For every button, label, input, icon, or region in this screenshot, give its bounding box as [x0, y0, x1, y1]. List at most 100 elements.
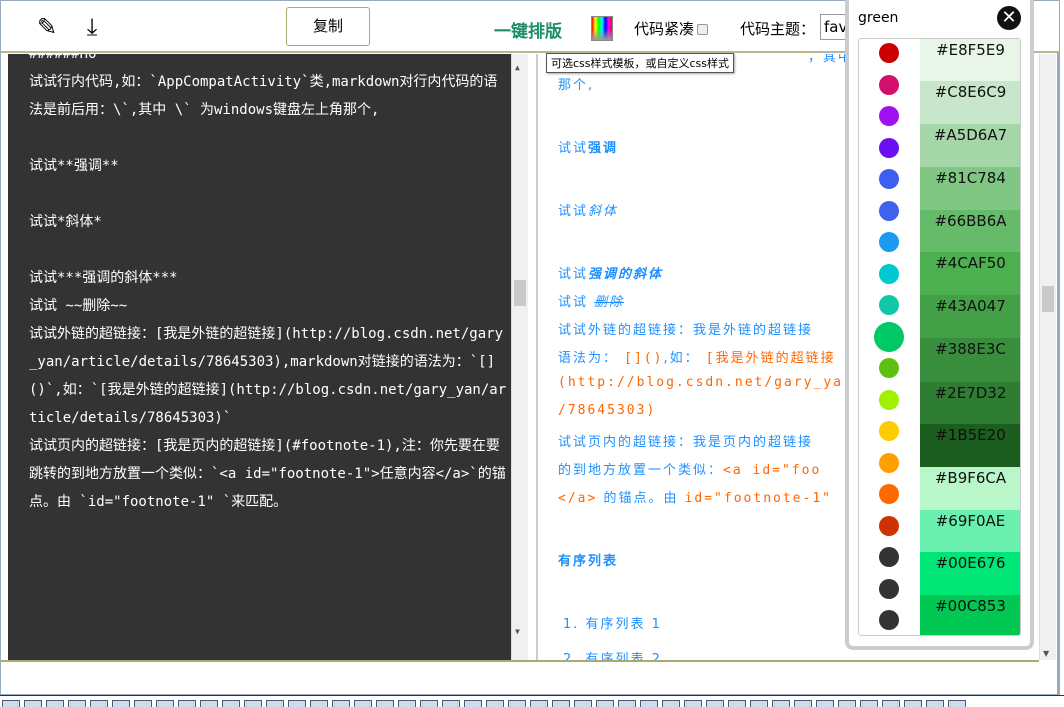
toolbar-icon[interactable]	[816, 700, 834, 707]
toolbar-icon[interactable]	[706, 700, 724, 707]
toolbar-icon[interactable]	[178, 700, 196, 707]
color-dot[interactable]	[879, 452, 899, 473]
color-swatch[interactable]: #1B5E20	[920, 424, 1020, 467]
color-dot[interactable]	[879, 484, 899, 504]
toolbar-icon[interactable]	[332, 700, 350, 707]
page-scroll-thumb[interactable]	[1042, 286, 1054, 312]
editor-line: 试试**强调**	[29, 158, 119, 174]
preview-text[interactable]: 试试外链的超链接：我是外链的超链接	[558, 319, 813, 338]
color-swatch[interactable]: #B9F6CA	[920, 467, 1020, 510]
toolbar-icon[interactable]	[420, 700, 438, 707]
color-dot[interactable]	[879, 43, 899, 63]
color-swatch[interactable]: #C8E6C9	[920, 81, 1020, 124]
editor-scrollbar[interactable]: ▲ ▼	[511, 54, 528, 660]
toolbar-icon[interactable]	[90, 700, 108, 707]
color-dot[interactable]	[879, 547, 899, 567]
toolbar-icon[interactable]	[794, 700, 812, 707]
toolbar-icon[interactable]	[860, 700, 878, 707]
color-dot[interactable]	[879, 263, 899, 284]
toolbar-icon[interactable]	[46, 700, 64, 707]
editor-scroll-thumb[interactable]	[514, 280, 526, 306]
toolbar-icon[interactable]	[948, 700, 966, 707]
color-swatch[interactable]: #81C784	[920, 167, 1020, 210]
toolbar-icon[interactable]	[376, 700, 394, 707]
toolbar-icon[interactable]	[574, 700, 592, 707]
color-dot[interactable]	[879, 74, 899, 95]
toolbar-icon[interactable]	[772, 700, 790, 707]
toolbar-icon[interactable]	[222, 700, 240, 707]
color-dot[interactable]	[879, 358, 899, 378]
toolbar-icon[interactable]	[662, 700, 680, 707]
toolbar-icon[interactable]	[904, 700, 922, 707]
preview-list-item: 1. 有序列表 1	[563, 617, 662, 632]
color-swatch[interactable]: #4CAF50	[920, 252, 1020, 295]
toolbar-icon[interactable]	[200, 700, 218, 707]
code-compact-checkbox[interactable]	[697, 24, 709, 35]
toolbar-icon[interactable]	[134, 700, 152, 707]
toolbar-icon[interactable]	[728, 700, 746, 707]
color-palette-popup: green ✕ #E8F5E9 #C8E6C9 #A5D6A7 #81C784 #66B…	[845, 0, 1034, 650]
color-dot[interactable]	[879, 578, 899, 599]
toolbar-icon[interactable]	[244, 700, 262, 707]
toolbar-icon[interactable]	[838, 700, 856, 707]
copy-button[interactable]: 复制	[286, 7, 370, 46]
edit-icon[interactable]: ✎	[33, 13, 61, 41]
css-template-icon[interactable]	[591, 16, 613, 41]
color-dot[interactable]	[879, 137, 899, 158]
color-dot[interactable]	[879, 200, 899, 221]
toolbar-icon[interactable]	[684, 700, 702, 707]
toolbar-icon[interactable]	[354, 700, 372, 707]
color-dot[interactable]	[879, 295, 899, 315]
preview-text[interactable]: 试试页内的超链接：我是页内的超链接	[558, 431, 813, 450]
toolbar-icon[interactable]	[68, 700, 86, 707]
toolbar-icon[interactable]	[266, 700, 284, 707]
code-compact-toggle[interactable]: 代码紧凑	[634, 18, 709, 39]
page-scrollbar[interactable]: ▼	[1039, 54, 1056, 660]
toolbar-icon[interactable]	[596, 700, 614, 707]
divider	[1, 660, 1039, 662]
download-icon[interactable]: ⤓	[78, 13, 106, 41]
color-dot[interactable]	[879, 610, 899, 630]
scroll-up-icon[interactable]: ▲	[515, 54, 520, 82]
toolbar-icon[interactable]	[640, 700, 658, 707]
preview-code: id="footnote-1"	[684, 491, 832, 506]
color-swatch[interactable]: #2E7D32	[920, 382, 1020, 424]
markdown-editor[interactable]: ######H6 试试行内代码,如：`AppCompatActivity`类,ma…	[8, 54, 528, 660]
toolbar-icon[interactable]	[750, 700, 768, 707]
toolbar-icon[interactable]	[464, 700, 482, 707]
color-swatch[interactable]: #69F0AE	[920, 510, 1020, 552]
toolbar-icon[interactable]	[926, 700, 944, 707]
toolbar-icon[interactable]	[442, 700, 460, 707]
color-dot[interactable]	[879, 169, 899, 189]
toolbar-icon[interactable]	[486, 700, 504, 707]
color-dot[interactable]	[879, 106, 899, 126]
toolbar-icon[interactable]	[618, 700, 636, 707]
color-swatch[interactable]: #66BB6A	[920, 210, 1020, 252]
scroll-down-icon[interactable]: ▼	[515, 618, 520, 646]
toolbar-icon[interactable]	[882, 700, 900, 707]
color-dot[interactable]	[879, 515, 899, 536]
toolbar-icon[interactable]	[530, 700, 548, 707]
format-button[interactable]: 一键排版	[494, 17, 562, 42]
color-swatch[interactable]: #43A047	[920, 295, 1020, 338]
toolbar-icon[interactable]	[112, 700, 130, 707]
scroll-down-icon[interactable]: ▼	[1043, 649, 1049, 658]
color-dot[interactable]	[874, 321, 904, 352]
color-swatch[interactable]: #00E676	[920, 552, 1020, 595]
toolbar-icon[interactable]	[288, 700, 306, 707]
color-dot[interactable]	[879, 421, 899, 441]
color-swatch[interactable]: #388E3C	[920, 338, 1020, 382]
color-swatch[interactable]: #A5D6A7	[920, 124, 1020, 167]
toolbar-icon[interactable]	[552, 700, 570, 707]
toolbar-icon[interactable]	[24, 700, 42, 707]
color-dot[interactable]	[879, 389, 899, 410]
close-icon[interactable]: ✕	[997, 6, 1021, 30]
color-dot[interactable]	[879, 232, 899, 252]
color-swatch[interactable]: #E8F5E9	[920, 39, 1020, 81]
color-swatch[interactable]: #00C853	[920, 595, 1020, 635]
toolbar-icon[interactable]	[398, 700, 416, 707]
toolbar-icon[interactable]	[2, 700, 20, 707]
toolbar-icon[interactable]	[310, 700, 328, 707]
toolbar-icon[interactable]	[156, 700, 174, 707]
toolbar-icon[interactable]	[508, 700, 526, 707]
